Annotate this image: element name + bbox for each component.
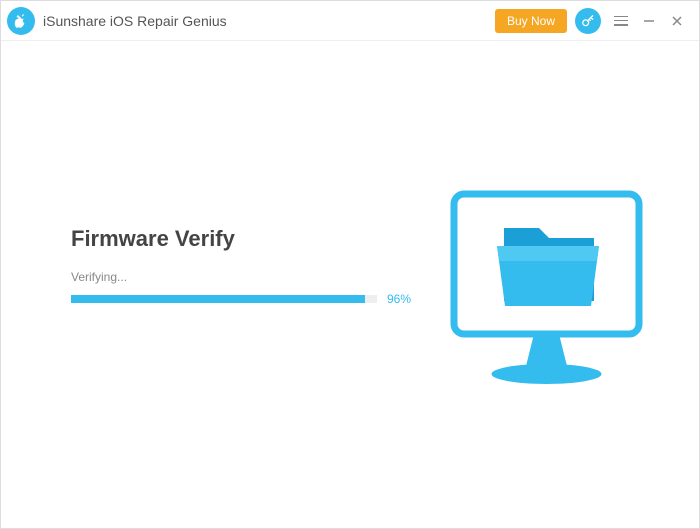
close-button[interactable]	[663, 7, 691, 35]
minimize-button[interactable]	[635, 7, 663, 35]
progress-percent: 96%	[387, 292, 411, 306]
page-heading: Firmware Verify	[71, 226, 411, 252]
monitor-folder-illustration	[449, 186, 644, 391]
progress-bar	[71, 295, 377, 303]
progress-row: 96%	[71, 292, 411, 306]
main-content: Firmware Verify Verifying... 96%	[1, 41, 699, 528]
progress-section: Firmware Verify Verifying... 96%	[71, 226, 411, 306]
key-icon	[581, 14, 595, 28]
progress-fill	[71, 295, 365, 303]
app-icon	[7, 7, 35, 35]
menu-button[interactable]	[607, 7, 635, 35]
register-key-button[interactable]	[575, 8, 601, 34]
buy-now-button[interactable]: Buy Now	[495, 9, 567, 33]
close-icon	[671, 15, 683, 27]
status-text: Verifying...	[71, 270, 411, 284]
minimize-icon	[643, 15, 655, 27]
app-title: iSunshare iOS Repair Genius	[43, 13, 227, 29]
titlebar: iSunshare iOS Repair Genius Buy Now	[1, 1, 699, 41]
hamburger-icon	[614, 16, 628, 26]
